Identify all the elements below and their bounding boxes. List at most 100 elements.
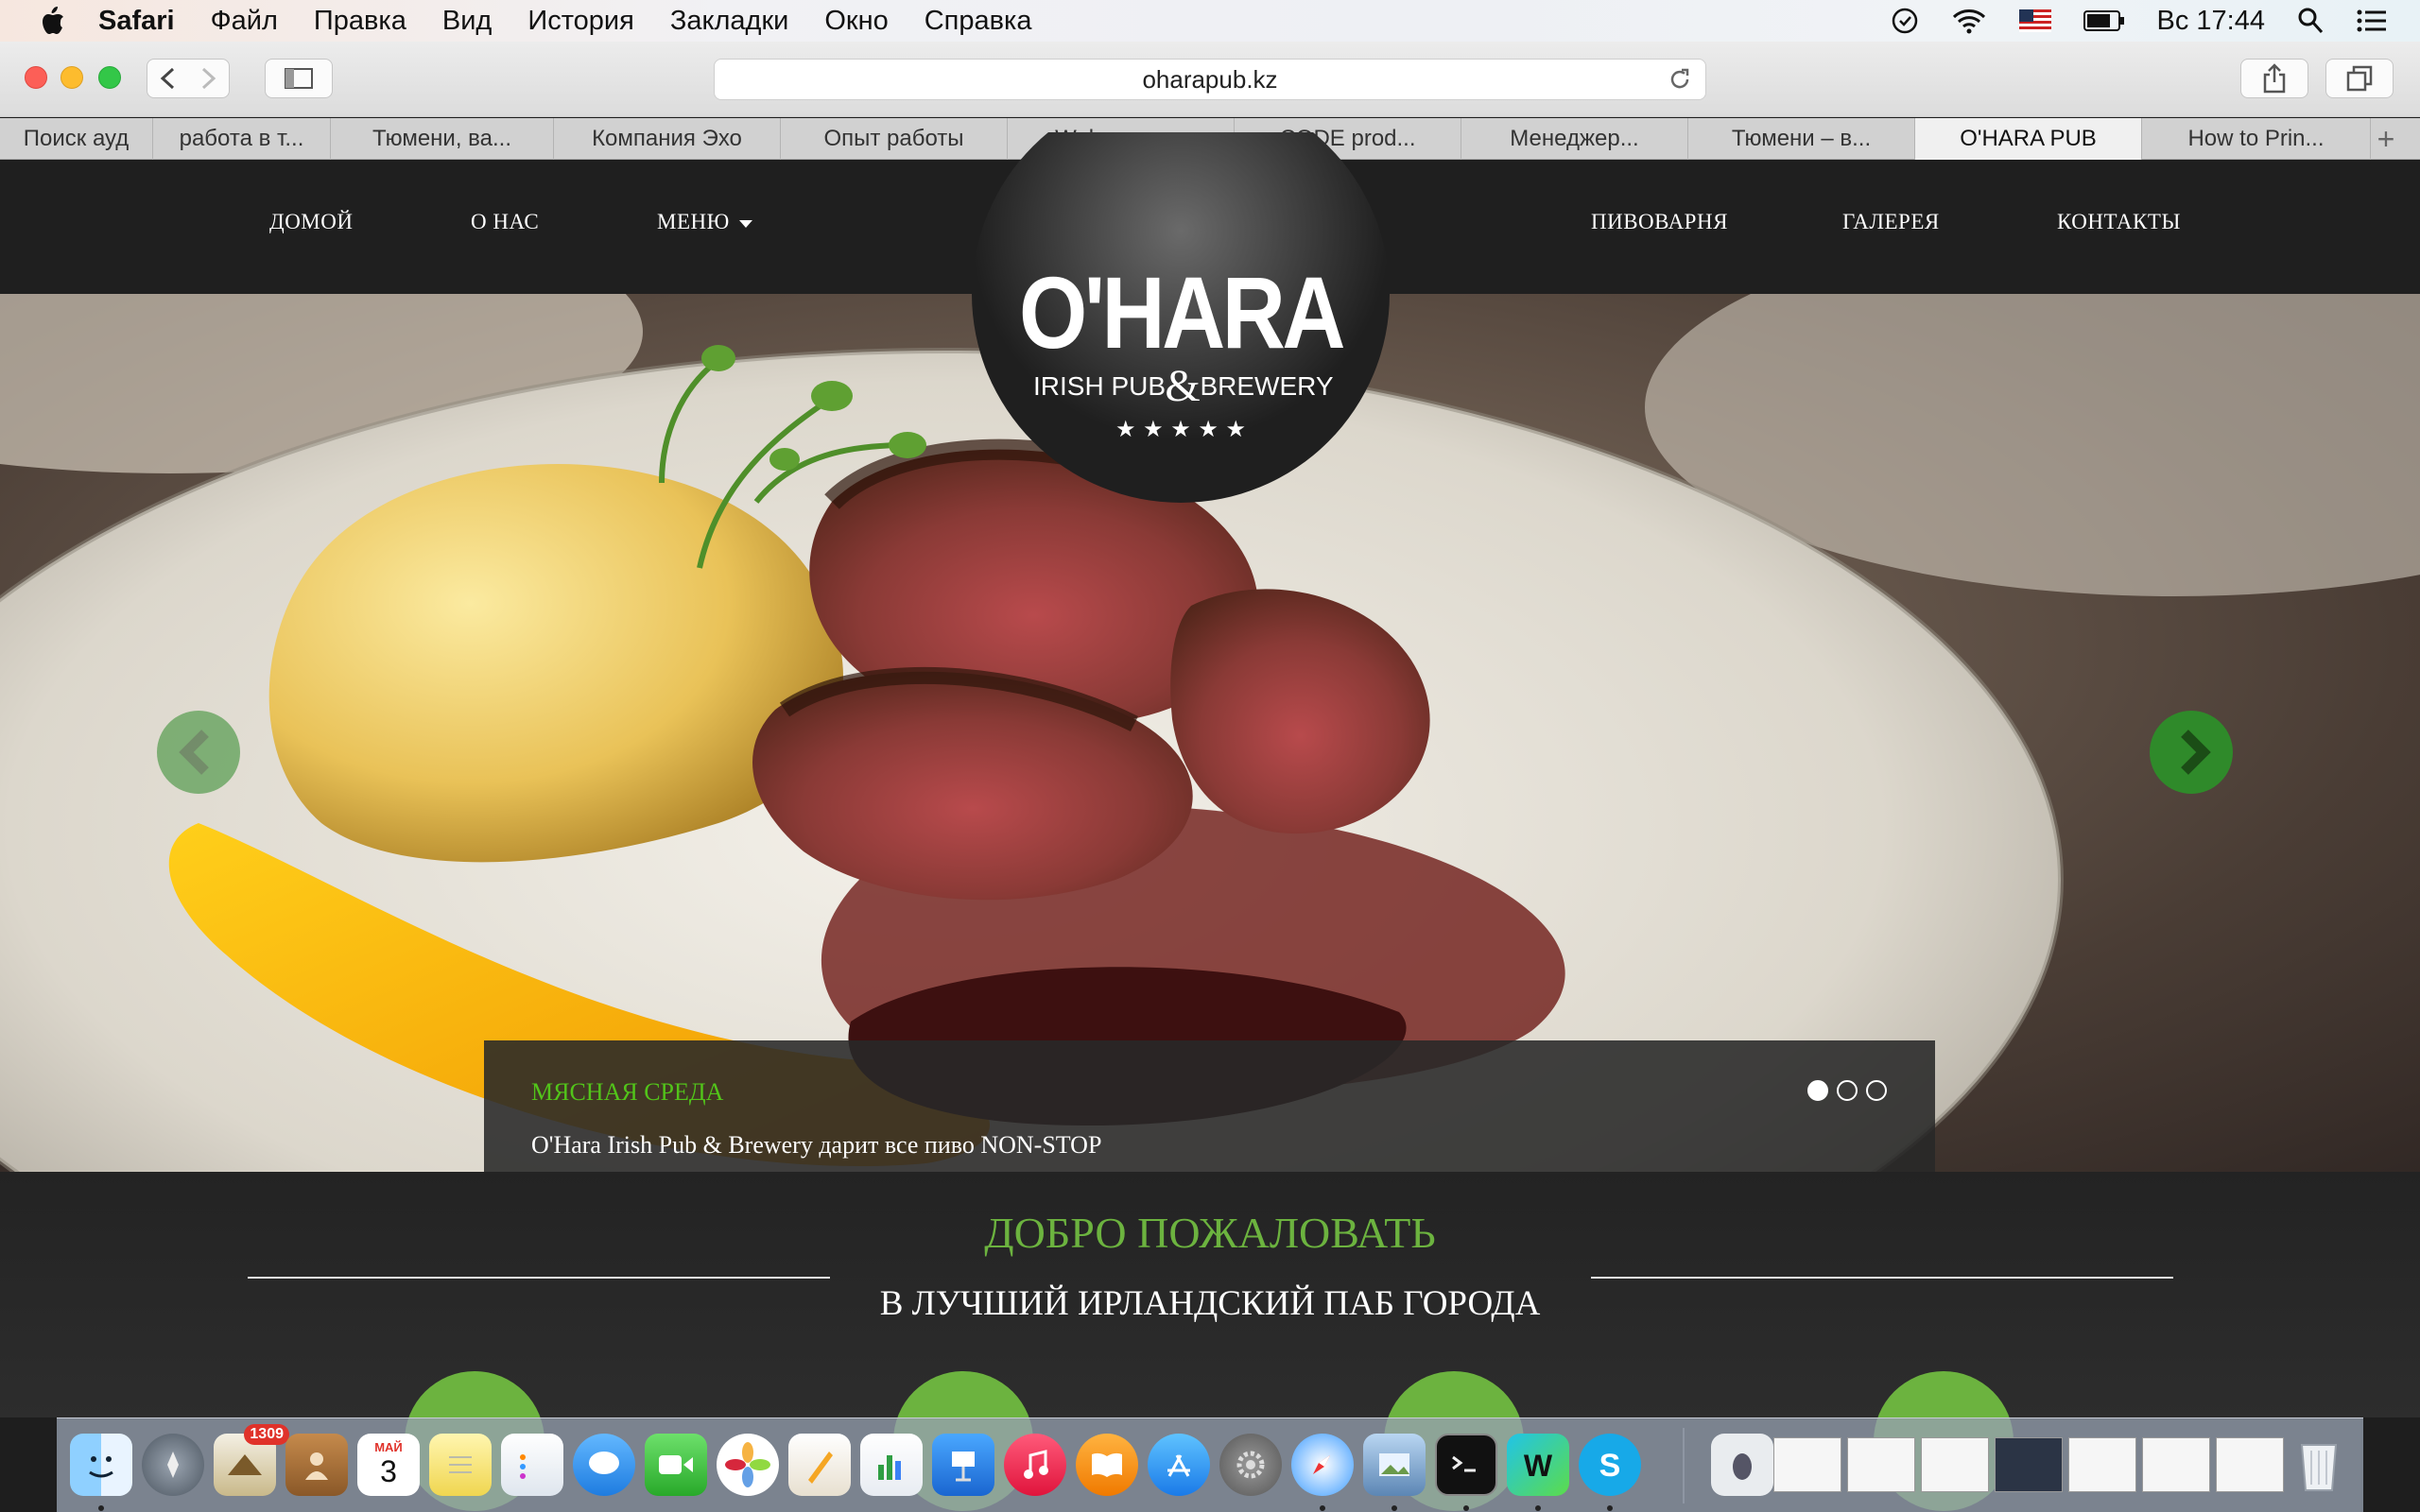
- facetime-icon[interactable]: [645, 1434, 707, 1496]
- minimized-window-thumbnail[interactable]: [2068, 1437, 2136, 1492]
- messages-icon[interactable]: [573, 1434, 635, 1496]
- logo-stars: ★ ★ ★ ★ ★: [1115, 416, 1246, 442]
- nav-about[interactable]: О НАС: [471, 210, 539, 234]
- tab[interactable]: How to Prin...: [2142, 118, 2371, 160]
- menu-file[interactable]: Файл: [211, 6, 278, 37]
- tab[interactable]: работа в т...: [153, 118, 331, 160]
- finder-icon[interactable]: [70, 1434, 132, 1496]
- running-indicator: [1320, 1505, 1325, 1511]
- share-button[interactable]: [2240, 59, 2308, 98]
- tab[interactable]: Компания Эхо: [554, 118, 781, 160]
- numbers-icon[interactable]: [860, 1434, 923, 1496]
- minimized-window-thumbnail[interactable]: [2216, 1437, 2284, 1492]
- slider-next-button[interactable]: [2150, 711, 2233, 794]
- tab-active[interactable]: O'HARA PUB: [1915, 118, 2142, 160]
- ibooks-icon[interactable]: [1076, 1434, 1138, 1496]
- slide-caption: МЯСНАЯ СРЕДА O'Hara Irish Pub & Brewery …: [484, 1040, 1935, 1172]
- divider-right: [1591, 1277, 2173, 1279]
- tab[interactable]: Тюмени – в...: [1688, 118, 1915, 160]
- mail-icon[interactable]: 1309: [214, 1424, 289, 1496]
- mail-badge: 1309: [244, 1424, 289, 1445]
- system-preferences-icon[interactable]: [1219, 1434, 1282, 1496]
- slider-prev-button[interactable]: [157, 711, 240, 794]
- address-bar[interactable]: oharapub.kz: [714, 59, 1706, 100]
- minimized-window-thumbnail[interactable]: [1847, 1437, 1915, 1492]
- slider-dot-1[interactable]: [1807, 1080, 1828, 1101]
- nav-home[interactable]: ДОМОЙ: [269, 210, 353, 234]
- dock: 1309 МАЙ 3 W S: [57, 1418, 2363, 1512]
- back-forward-group: [147, 59, 230, 98]
- nav-menu-label: МЕНЮ: [657, 210, 730, 233]
- reminders-icon[interactable]: [501, 1434, 563, 1496]
- url-text: oharapub.kz: [1142, 64, 1278, 94]
- menu-window[interactable]: Окно: [824, 6, 888, 37]
- welcome-subtitle: В ЛУЧШИЙ ИРЛАНДСКИЙ ПАБ ГОРОДА: [879, 1284, 1541, 1323]
- photos-icon[interactable]: [717, 1434, 779, 1496]
- spotlight-search-icon[interactable]: [2297, 7, 2324, 35]
- welcome-section: ДОБРО ПОЖАЛОВАТЬ В ЛУЧШИЙ ИРЛАНДСКИЙ ПАБ…: [0, 1172, 2420, 1511]
- pages-icon[interactable]: [788, 1434, 851, 1496]
- contacts-icon[interactable]: [285, 1434, 348, 1496]
- menu-bookmarks[interactable]: Закладки: [670, 6, 789, 37]
- calendar-month: МАЙ: [374, 1440, 403, 1454]
- nav-brewery[interactable]: ПИВОВАРНЯ: [1591, 210, 1728, 234]
- zoom-window-button[interactable]: [98, 66, 121, 89]
- skype-icon[interactable]: S: [1579, 1434, 1641, 1496]
- sidebar-button[interactable]: [265, 59, 333, 98]
- notes-icon[interactable]: [429, 1434, 492, 1496]
- launchpad-icon[interactable]: [142, 1434, 204, 1496]
- menu-edit[interactable]: Правка: [314, 6, 406, 37]
- nav-gallery[interactable]: ГАЛЕРЕЯ: [1842, 210, 1940, 234]
- slider-dot-3[interactable]: [1866, 1080, 1887, 1101]
- close-window-button[interactable]: [25, 66, 47, 89]
- menu-help[interactable]: Справка: [925, 6, 1032, 37]
- back-icon[interactable]: [150, 64, 188, 93]
- tab[interactable]: Тюмени, ва...: [331, 118, 554, 160]
- running-indicator: [1535, 1505, 1541, 1511]
- running-indicator: [98, 1505, 104, 1511]
- site-logo[interactable]: O'HARA IRISH PUB & BREWERY ★ ★ ★ ★ ★: [972, 85, 1390, 503]
- running-indicator: [1392, 1505, 1397, 1511]
- downloads-document-icon[interactable]: [1711, 1434, 1773, 1496]
- menubar-clock[interactable]: Вс 17:44: [2157, 6, 2265, 37]
- notification-center-icon[interactable]: [2356, 9, 2388, 33]
- minimized-window-thumbnail[interactable]: [1995, 1437, 2063, 1492]
- app-store-icon[interactable]: [1148, 1434, 1210, 1496]
- us-flag-icon[interactable]: [2018, 9, 2051, 32]
- webstorm-icon[interactable]: W: [1507, 1434, 1569, 1496]
- battery-icon[interactable]: [2083, 9, 2125, 32]
- menu-history[interactable]: История: [527, 6, 633, 37]
- itunes-icon[interactable]: [1004, 1434, 1066, 1496]
- logo-title: O'HARA: [1019, 256, 1344, 369]
- tab[interactable]: Менеджер...: [1461, 118, 1688, 160]
- apple-icon[interactable]: [38, 5, 66, 37]
- preview-icon[interactable]: [1363, 1434, 1426, 1496]
- slide-title[interactable]: МЯСНАЯ СРЕДА: [531, 1078, 723, 1107]
- trash-icon[interactable]: [2288, 1434, 2350, 1496]
- menu-app-safari[interactable]: Safari: [98, 6, 175, 37]
- nav-menu[interactable]: МЕНЮ: [657, 210, 752, 234]
- sidebar-icon: [285, 68, 313, 89]
- minimized-window-thumbnail[interactable]: [1921, 1437, 1989, 1492]
- tab-overview-button[interactable]: [2325, 59, 2394, 98]
- svg-text:W: W: [1524, 1449, 1553, 1483]
- terminal-icon[interactable]: [1435, 1434, 1497, 1496]
- keynote-icon[interactable]: [932, 1434, 994, 1496]
- tab[interactable]: Поиск ауд: [0, 118, 153, 160]
- slider-dot-2[interactable]: [1837, 1080, 1858, 1101]
- minimized-window-thumbnail[interactable]: [1773, 1437, 1841, 1492]
- forward-icon[interactable]: [188, 64, 226, 93]
- minimized-window-thumbnail[interactable]: [2142, 1437, 2210, 1492]
- logo-ampersand: &: [1165, 361, 1200, 411]
- new-tab-button[interactable]: +: [2371, 118, 2401, 160]
- minimize-window-button[interactable]: [60, 66, 83, 89]
- nav-contacts[interactable]: КОНТАКТЫ: [2057, 210, 2181, 234]
- menu-view[interactable]: Вид: [442, 6, 492, 37]
- svg-text:S: S: [1599, 1448, 1621, 1484]
- calendar-icon[interactable]: МАЙ 3: [357, 1434, 420, 1496]
- safari-icon[interactable]: [1291, 1434, 1354, 1496]
- welcome-title: ДОБРО ПОЖАЛОВАТЬ: [984, 1209, 1436, 1257]
- wifi-icon[interactable]: [1951, 8, 1987, 34]
- reload-icon[interactable]: [1668, 67, 1692, 92]
- time-machine-icon[interactable]: [1891, 7, 1919, 35]
